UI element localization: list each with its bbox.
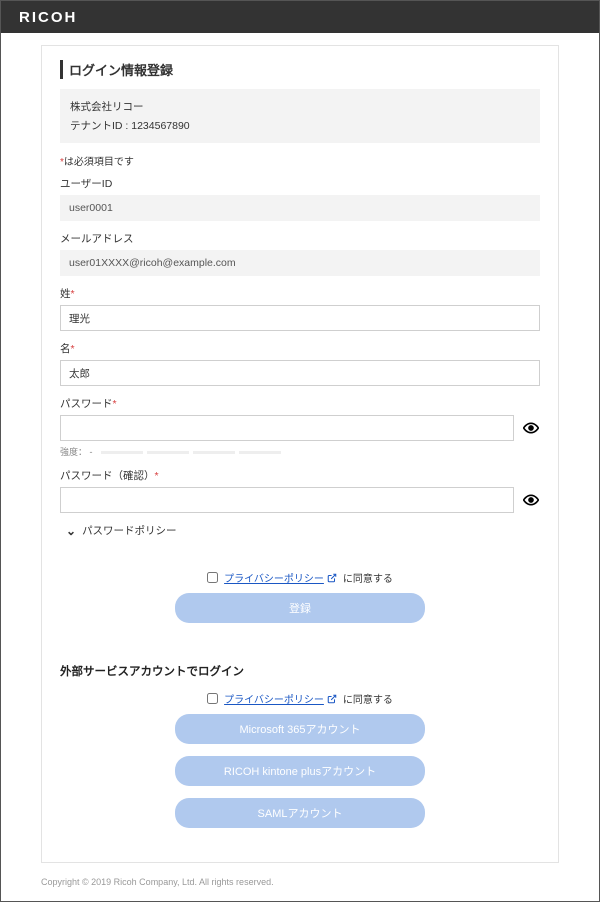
external-login-title: 外部サービスアカウントでログイン bbox=[60, 663, 540, 679]
password-policy-toggle[interactable]: ⌄ パスワードポリシー bbox=[60, 523, 540, 538]
strength-bar bbox=[193, 451, 235, 454]
field-first-name: 名* bbox=[60, 341, 540, 386]
last-name-label-text: 姓 bbox=[60, 288, 71, 300]
page-frame: RICOH ログイン情報登録 株式会社リコー テナントID : 12345678… bbox=[0, 0, 600, 902]
privacy-checkbox-external[interactable] bbox=[207, 693, 218, 704]
user-id-label: ユーザーID bbox=[60, 176, 540, 191]
password-label-text: パスワード bbox=[60, 398, 113, 410]
email-label: メールアドレス bbox=[60, 231, 540, 246]
privacy-policy-link-text: プライバシーポリシー bbox=[224, 570, 324, 585]
eye-icon bbox=[523, 420, 539, 436]
privacy-policy-link-external[interactable]: プライバシーポリシー bbox=[224, 691, 337, 706]
password-confirm-label: パスワード（確認）* bbox=[60, 468, 540, 483]
saml-button[interactable]: SAMLアカウント bbox=[175, 798, 425, 828]
first-name-input[interactable] bbox=[60, 360, 540, 386]
privacy-consent-row-external: プライバシーポリシー に同意する bbox=[60, 691, 540, 706]
first-name-label-text: 名 bbox=[60, 343, 71, 355]
password-strength-meter bbox=[101, 451, 281, 454]
password-strength-value: - bbox=[90, 447, 93, 457]
field-email: メールアドレス user01XXXX@ricoh@example.com bbox=[60, 231, 540, 276]
strength-bar bbox=[239, 451, 281, 454]
tenant-company: 株式会社リコー bbox=[70, 97, 530, 116]
content-wrap: ログイン情報登録 株式会社リコー テナントID : 1234567890 *は必… bbox=[1, 33, 599, 869]
password-strength-row: 強度： - bbox=[60, 445, 540, 458]
privacy-checkbox-register[interactable] bbox=[207, 572, 218, 583]
field-password: パスワード* 強度： - bbox=[60, 396, 540, 458]
footer-copyright: Copyright © 2019 Ricoh Company, Ltd. All… bbox=[1, 869, 599, 901]
microsoft-365-button[interactable]: Microsoft 365アカウント bbox=[175, 714, 425, 744]
privacy-consent-row-register: プライバシーポリシー に同意する bbox=[60, 570, 540, 585]
external-link-icon bbox=[327, 694, 337, 704]
page-title: ログイン情報登録 bbox=[60, 60, 540, 79]
password-confirm-required-icon: * bbox=[155, 470, 159, 482]
required-note-text: は必須項目です bbox=[64, 157, 134, 168]
email-value: user01XXXX@ricoh@example.com bbox=[60, 250, 540, 276]
privacy-consent-suffix: に同意する bbox=[343, 691, 393, 706]
password-input[interactable] bbox=[60, 415, 514, 441]
privacy-policy-link-text: プライバシーポリシー bbox=[224, 691, 324, 706]
ricoh-kintone-button[interactable]: RICOH kintone plusアカウント bbox=[175, 756, 425, 786]
password-visibility-toggle[interactable] bbox=[522, 419, 540, 437]
password-policy-label: パスワードポリシー bbox=[82, 523, 177, 538]
password-confirm-visibility-toggle[interactable] bbox=[522, 491, 540, 509]
register-button[interactable]: 登録 bbox=[175, 593, 425, 623]
brand-logo: RICOH bbox=[19, 9, 77, 26]
external-link-icon bbox=[327, 573, 337, 583]
first-name-required-icon: * bbox=[71, 343, 75, 355]
password-strength-label: 強度： bbox=[60, 447, 87, 457]
privacy-policy-link-register[interactable]: プライバシーポリシー bbox=[224, 570, 337, 585]
field-password-confirm: パスワード（確認）* bbox=[60, 468, 540, 513]
privacy-consent-suffix: に同意する bbox=[343, 570, 393, 585]
tenant-info-box: 株式会社リコー テナントID : 1234567890 bbox=[60, 89, 540, 143]
strength-bar bbox=[101, 451, 143, 454]
password-required-icon: * bbox=[113, 398, 117, 410]
field-last-name: 姓* bbox=[60, 286, 540, 331]
last-name-required-icon: * bbox=[71, 288, 75, 300]
field-user-id: ユーザーID user0001 bbox=[60, 176, 540, 221]
chevron-down-icon: ⌄ bbox=[66, 524, 76, 538]
first-name-label: 名* bbox=[60, 341, 540, 356]
user-id-value: user0001 bbox=[60, 195, 540, 221]
eye-icon bbox=[523, 492, 539, 508]
strength-bar bbox=[147, 451, 189, 454]
topbar: RICOH bbox=[1, 1, 599, 33]
main-card: ログイン情報登録 株式会社リコー テナントID : 1234567890 *は必… bbox=[41, 45, 559, 863]
tenant-id: テナントID : 1234567890 bbox=[70, 116, 530, 135]
password-label: パスワード* bbox=[60, 396, 540, 411]
password-confirm-label-text: パスワード（確認） bbox=[60, 470, 155, 482]
last-name-input[interactable] bbox=[60, 305, 540, 331]
password-confirm-input[interactable] bbox=[60, 487, 514, 513]
required-note: *は必須項目です bbox=[60, 153, 540, 168]
last-name-label: 姓* bbox=[60, 286, 540, 301]
